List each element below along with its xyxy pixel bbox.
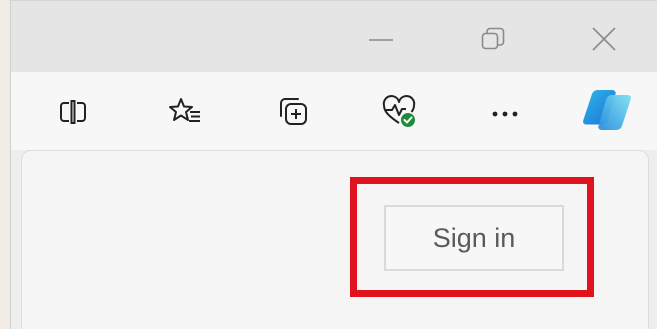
browser-window: Sign in — [10, 0, 657, 329]
content-area: Sign in — [11, 150, 657, 329]
browser-essentials-button[interactable] — [377, 90, 421, 134]
copilot-icon — [583, 89, 631, 131]
restore-button[interactable] — [463, 15, 523, 63]
close-icon — [592, 27, 616, 51]
favorites-icon — [169, 98, 200, 122]
more-options-button[interactable] — [483, 90, 527, 134]
account-panel: Sign in — [21, 150, 649, 329]
collections-icon — [280, 98, 307, 125]
title-bar — [11, 0, 657, 72]
close-button[interactable] — [574, 15, 634, 63]
split-screen-button[interactable] — [51, 90, 95, 134]
browser-essentials-icon — [382, 95, 416, 127]
copilot-button[interactable] — [577, 82, 637, 138]
collections-button[interactable] — [271, 90, 315, 134]
sign-in-button[interactable]: Sign in — [384, 205, 564, 271]
split-screen-icon — [60, 100, 86, 124]
restore-icon — [481, 27, 505, 50]
minimize-button[interactable] — [351, 15, 411, 63]
browser-toolbar — [11, 72, 657, 150]
minimize-icon — [369, 39, 393, 41]
favorites-button[interactable] — [163, 90, 207, 134]
more-options-icon — [492, 111, 518, 117]
